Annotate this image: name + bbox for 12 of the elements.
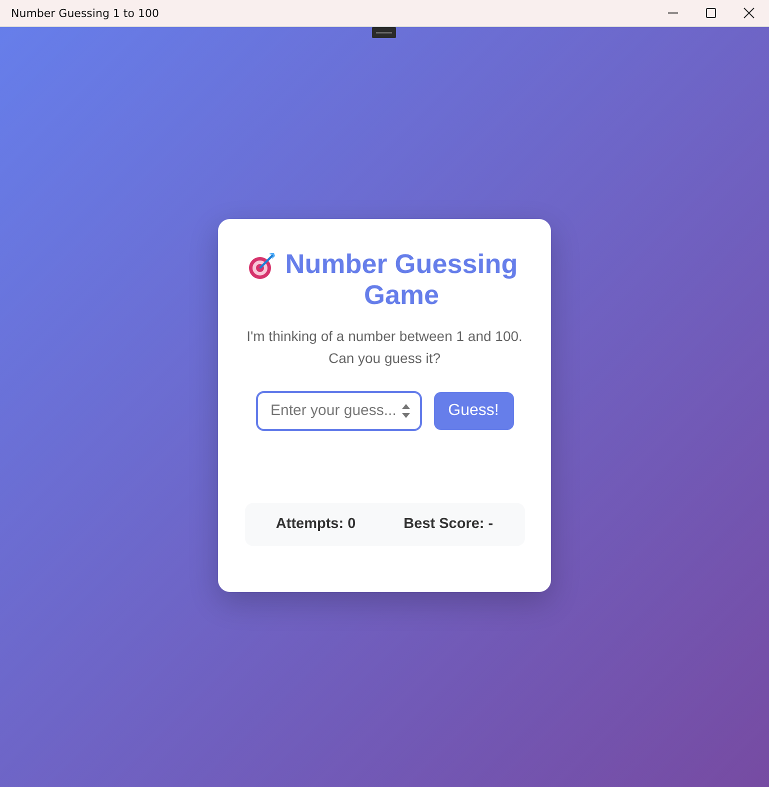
guess-input-field[interactable]: Enter your guess... bbox=[256, 390, 422, 430]
guess-button[interactable]: Guess! bbox=[434, 392, 514, 430]
stat-label: Attempts: 0 bbox=[276, 516, 356, 532]
game-title: Number Guessing Game bbox=[284, 248, 519, 310]
close-icon[interactable] bbox=[743, 7, 755, 19]
maximize-icon[interactable] bbox=[705, 7, 717, 19]
stat-label: Best Score: - bbox=[404, 516, 494, 532]
window-title: Number Guessing 1 to 100 bbox=[11, 6, 159, 20]
target-icon bbox=[248, 252, 276, 280]
handle-icon[interactable] bbox=[372, 27, 396, 38]
game-description: I'm thinking of a number between 1 and 100. Can you guess it? bbox=[246, 326, 524, 368]
spinner-icon[interactable] bbox=[402, 402, 410, 418]
